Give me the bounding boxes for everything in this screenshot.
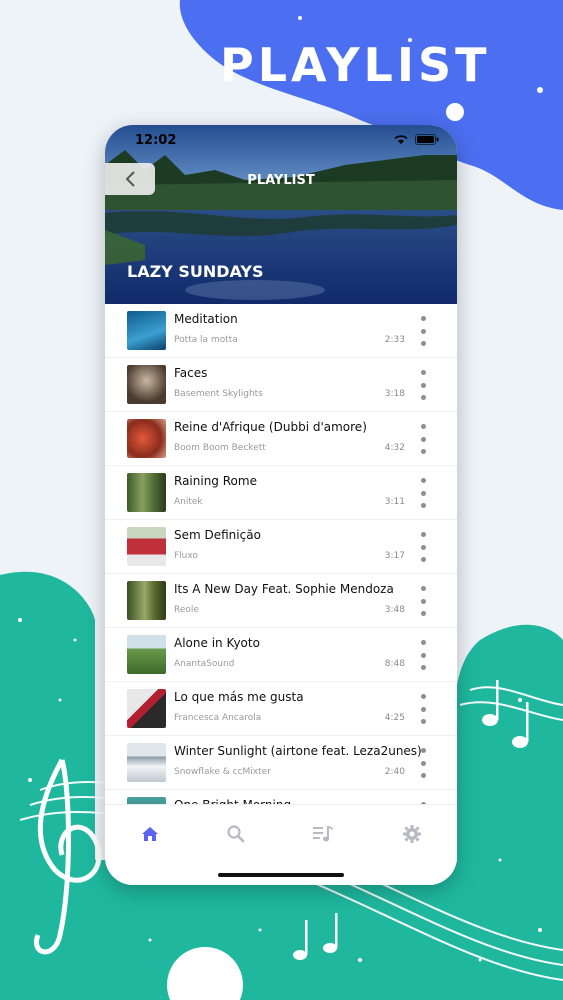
status-icons xyxy=(393,134,439,145)
song-title: Its A New Day Feat. Sophie Mendoza xyxy=(174,582,394,596)
song-row[interactable]: Its A New Day Feat. Sophie Mendoza Reole… xyxy=(105,574,457,628)
album-art xyxy=(127,689,166,728)
song-duration: 4:25 xyxy=(384,713,405,723)
status-time: 12:02 xyxy=(135,133,177,148)
more-options-icon[interactable] xyxy=(420,316,426,346)
more-options-icon[interactable] xyxy=(420,370,426,400)
more-options-icon[interactable] xyxy=(420,694,426,724)
search-icon xyxy=(227,825,245,843)
more-options-icon[interactable] xyxy=(420,586,426,616)
song-artist: Reole xyxy=(174,605,199,615)
more-options-icon[interactable] xyxy=(420,748,426,778)
music-list-icon xyxy=(313,826,333,842)
more-options-icon[interactable] xyxy=(420,640,426,670)
album-art xyxy=(127,527,166,566)
album-art xyxy=(127,365,166,404)
tab-bar xyxy=(105,804,457,885)
tab-settings[interactable] xyxy=(397,819,427,849)
page-title: PLAYLIST xyxy=(247,173,315,188)
album-art xyxy=(127,743,166,782)
song-duration: 2:40 xyxy=(384,767,405,777)
song-title: Winter Sunlight (airtone feat. Leza2unes… xyxy=(174,744,422,758)
more-options-icon[interactable] xyxy=(420,424,426,454)
song-artist: Boom Boom Beckett xyxy=(174,443,266,453)
song-title: Alone in Kyoto xyxy=(174,636,260,650)
song-row[interactable]: Meditation Potta la motta 2:33 xyxy=(105,304,457,358)
song-artist: Francesca Ancarola xyxy=(174,713,262,723)
song-duration: 2:33 xyxy=(384,335,405,345)
gear-icon xyxy=(403,825,421,843)
song-row[interactable]: Raining Rome Anitek 3:11 xyxy=(105,466,457,520)
song-row[interactable]: Lo que más me gusta Francesca Ancarola 4… xyxy=(105,682,457,736)
album-art xyxy=(127,419,166,458)
song-artist: AnantaSound xyxy=(174,659,235,669)
hero-banner: 12:02 PLAYLIST LAZY SUNDAYS xyxy=(105,125,457,304)
song-row[interactable]: Winter Sunlight (airtone feat. Leza2unes… xyxy=(105,736,457,790)
song-row[interactable]: Reine d'Afrique (Dubbi d'amore) Boom Boo… xyxy=(105,412,457,466)
song-artist: Fluxo xyxy=(174,551,198,561)
song-duration: 3:48 xyxy=(384,605,405,615)
song-title: Lo que más me gusta xyxy=(174,690,304,704)
playlist-name: LAZY SUNDAYS xyxy=(127,262,264,281)
promo-title: PLAYLIST xyxy=(220,38,491,92)
song-duration: 4:32 xyxy=(384,443,405,453)
song-row[interactable]: Faces Basement Skylights 3:18 xyxy=(105,358,457,412)
album-art xyxy=(127,581,166,620)
home-icon xyxy=(142,827,158,841)
battery-icon xyxy=(415,134,439,145)
more-options-icon[interactable] xyxy=(420,478,426,508)
song-title: Raining Rome xyxy=(174,474,257,488)
album-art xyxy=(127,311,166,350)
wifi-icon xyxy=(394,135,408,144)
tab-home[interactable] xyxy=(135,819,165,849)
song-title: Faces xyxy=(174,366,208,380)
song-title: Reine d'Afrique (Dubbi d'amore) xyxy=(174,420,367,434)
song-artist: Snowflake & ccMixter xyxy=(174,767,271,777)
song-row[interactable]: Sem Definição Fluxo 3:17 xyxy=(105,520,457,574)
song-duration: 3:18 xyxy=(384,389,405,399)
song-duration: 8:48 xyxy=(384,659,405,669)
home-indicator xyxy=(218,873,344,877)
song-duration: 3:11 xyxy=(384,497,405,507)
song-artist: Potta la motta xyxy=(174,335,238,345)
song-list: Meditation Potta la motta 2:33 Faces Bas… xyxy=(105,304,457,844)
album-art xyxy=(127,473,166,512)
song-title: Sem Definição xyxy=(174,528,261,542)
song-artist: Basement Skylights xyxy=(174,389,263,399)
phone-frame: 12:02 PLAYLIST LAZY SUNDAYS Meditation P… xyxy=(105,125,457,885)
song-row[interactable]: Alone in Kyoto AnantaSound 8:48 xyxy=(105,628,457,682)
song-duration: 3:17 xyxy=(384,551,405,561)
tab-search[interactable] xyxy=(221,819,251,849)
song-title: Meditation xyxy=(174,312,238,326)
song-artist: Anitek xyxy=(174,497,203,507)
tab-library[interactable] xyxy=(308,819,338,849)
album-art xyxy=(127,635,166,674)
more-options-icon[interactable] xyxy=(420,532,426,562)
